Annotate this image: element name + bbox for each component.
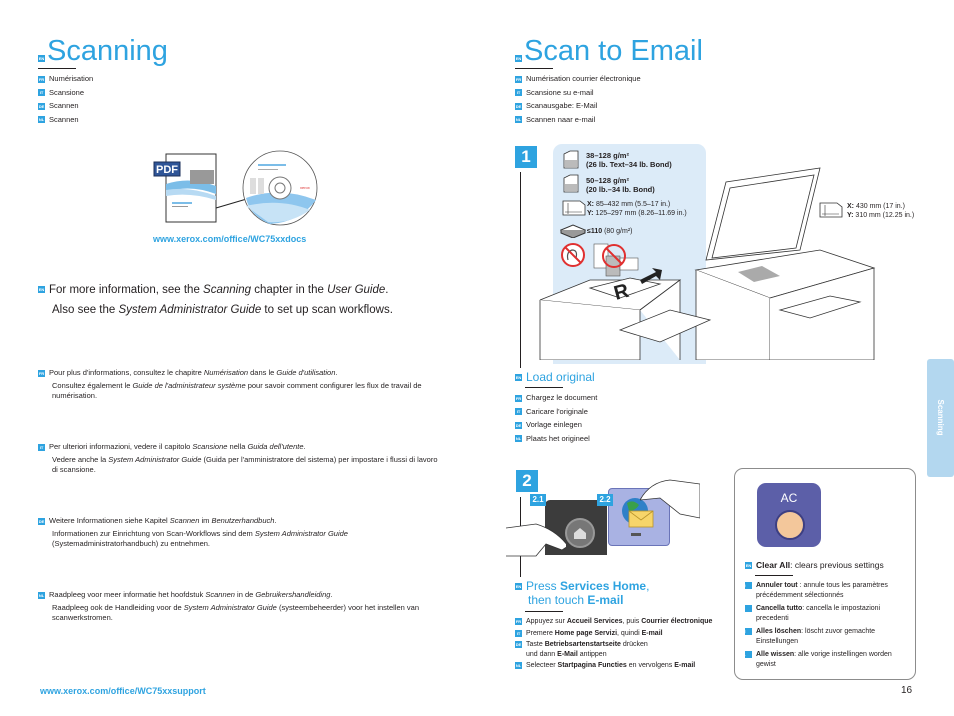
lang-badge-en: EN [38, 55, 45, 62]
svg-text:xerox: xerox [300, 185, 310, 190]
glass-size-icon [819, 202, 843, 223]
page-title-left: ENScanning [38, 35, 168, 67]
page-title-right: ENScan to Email [515, 35, 703, 67]
clear-all-label: AC [780, 491, 798, 505]
step-2-number: 2 [516, 470, 538, 492]
clear-all-knob [775, 510, 805, 540]
clear-all-button[interactable]: AC [757, 483, 821, 547]
info-it: IT Per ulteriori informazioni, vedere il … [38, 442, 438, 474]
load-original-heading: EN Load original [515, 370, 595, 384]
svg-text:PDF: PDF [156, 164, 178, 176]
title-rule [38, 68, 76, 69]
info-fr: FR Pour plus d'informations, consultez le… [38, 368, 422, 400]
page-number: 16 [901, 685, 913, 696]
step-2-1-badge: 2.1 [530, 494, 546, 506]
hand-left-icon [505, 520, 569, 565]
press-services-heading: EN Press Services Home, then touch E-mail [515, 579, 650, 607]
step-2-2-badge: 2.2 [597, 494, 613, 506]
printer-icon: R [539, 167, 876, 361]
services-home-button[interactable] [565, 518, 595, 548]
translation-it: IT Scansione [38, 87, 85, 97]
clear-all-text: EN Clear All: clears previous settings FR… [740, 560, 892, 668]
press-services-block: EN Press Services Home, then touch E-mail… [515, 579, 713, 669]
info-nl: NL Raadpleeg voor meer informatie het hoo… [38, 590, 420, 622]
title-rule [515, 68, 553, 69]
right-title-translations: FR Numérisation courrier électronique IT S… [515, 74, 641, 124]
printer-illustration: R [530, 160, 890, 361]
left-title-translations: FR Numérisation IT Scansione DE Scannen NL S… [38, 72, 168, 126]
right-title-block: ENScan to Email FR Numérisation courrier … [515, 36, 703, 126]
translation-de: DE Scannen [38, 101, 79, 110]
translation-fr: FR Numérisation [38, 74, 94, 83]
info-en: EN For more information, see the Scanning… [38, 284, 393, 316]
side-tab-scanning[interactable]: Scanning [927, 359, 954, 477]
load-original-block: EN Load original FR Chargez le document IT… [515, 370, 598, 443]
step-1-line [520, 172, 521, 368]
glass-size: X: 430 mm (17 in.) Y: 310 mm (12.25 in.) [847, 203, 915, 219]
hand-right-icon [639, 478, 701, 527]
docs-link[interactable]: www.xerox.com/office/WC75xxdocs [153, 234, 306, 244]
translation-nl: NL Scannen [38, 114, 79, 124]
left-title-block: ENScanning FR Numérisation IT Scansione DE… [38, 36, 168, 126]
documentation-illustration: PDF xerox [150, 150, 330, 230]
home-icon [574, 528, 586, 539]
manual-and-cd-icon: PDF xerox [153, 150, 318, 226]
support-link[interactable]: www.xerox.com/office/WC75xxsupport [40, 686, 206, 696]
info-de: DE Weitere Informationen siehe Kapitel Sc… [38, 516, 348, 548]
